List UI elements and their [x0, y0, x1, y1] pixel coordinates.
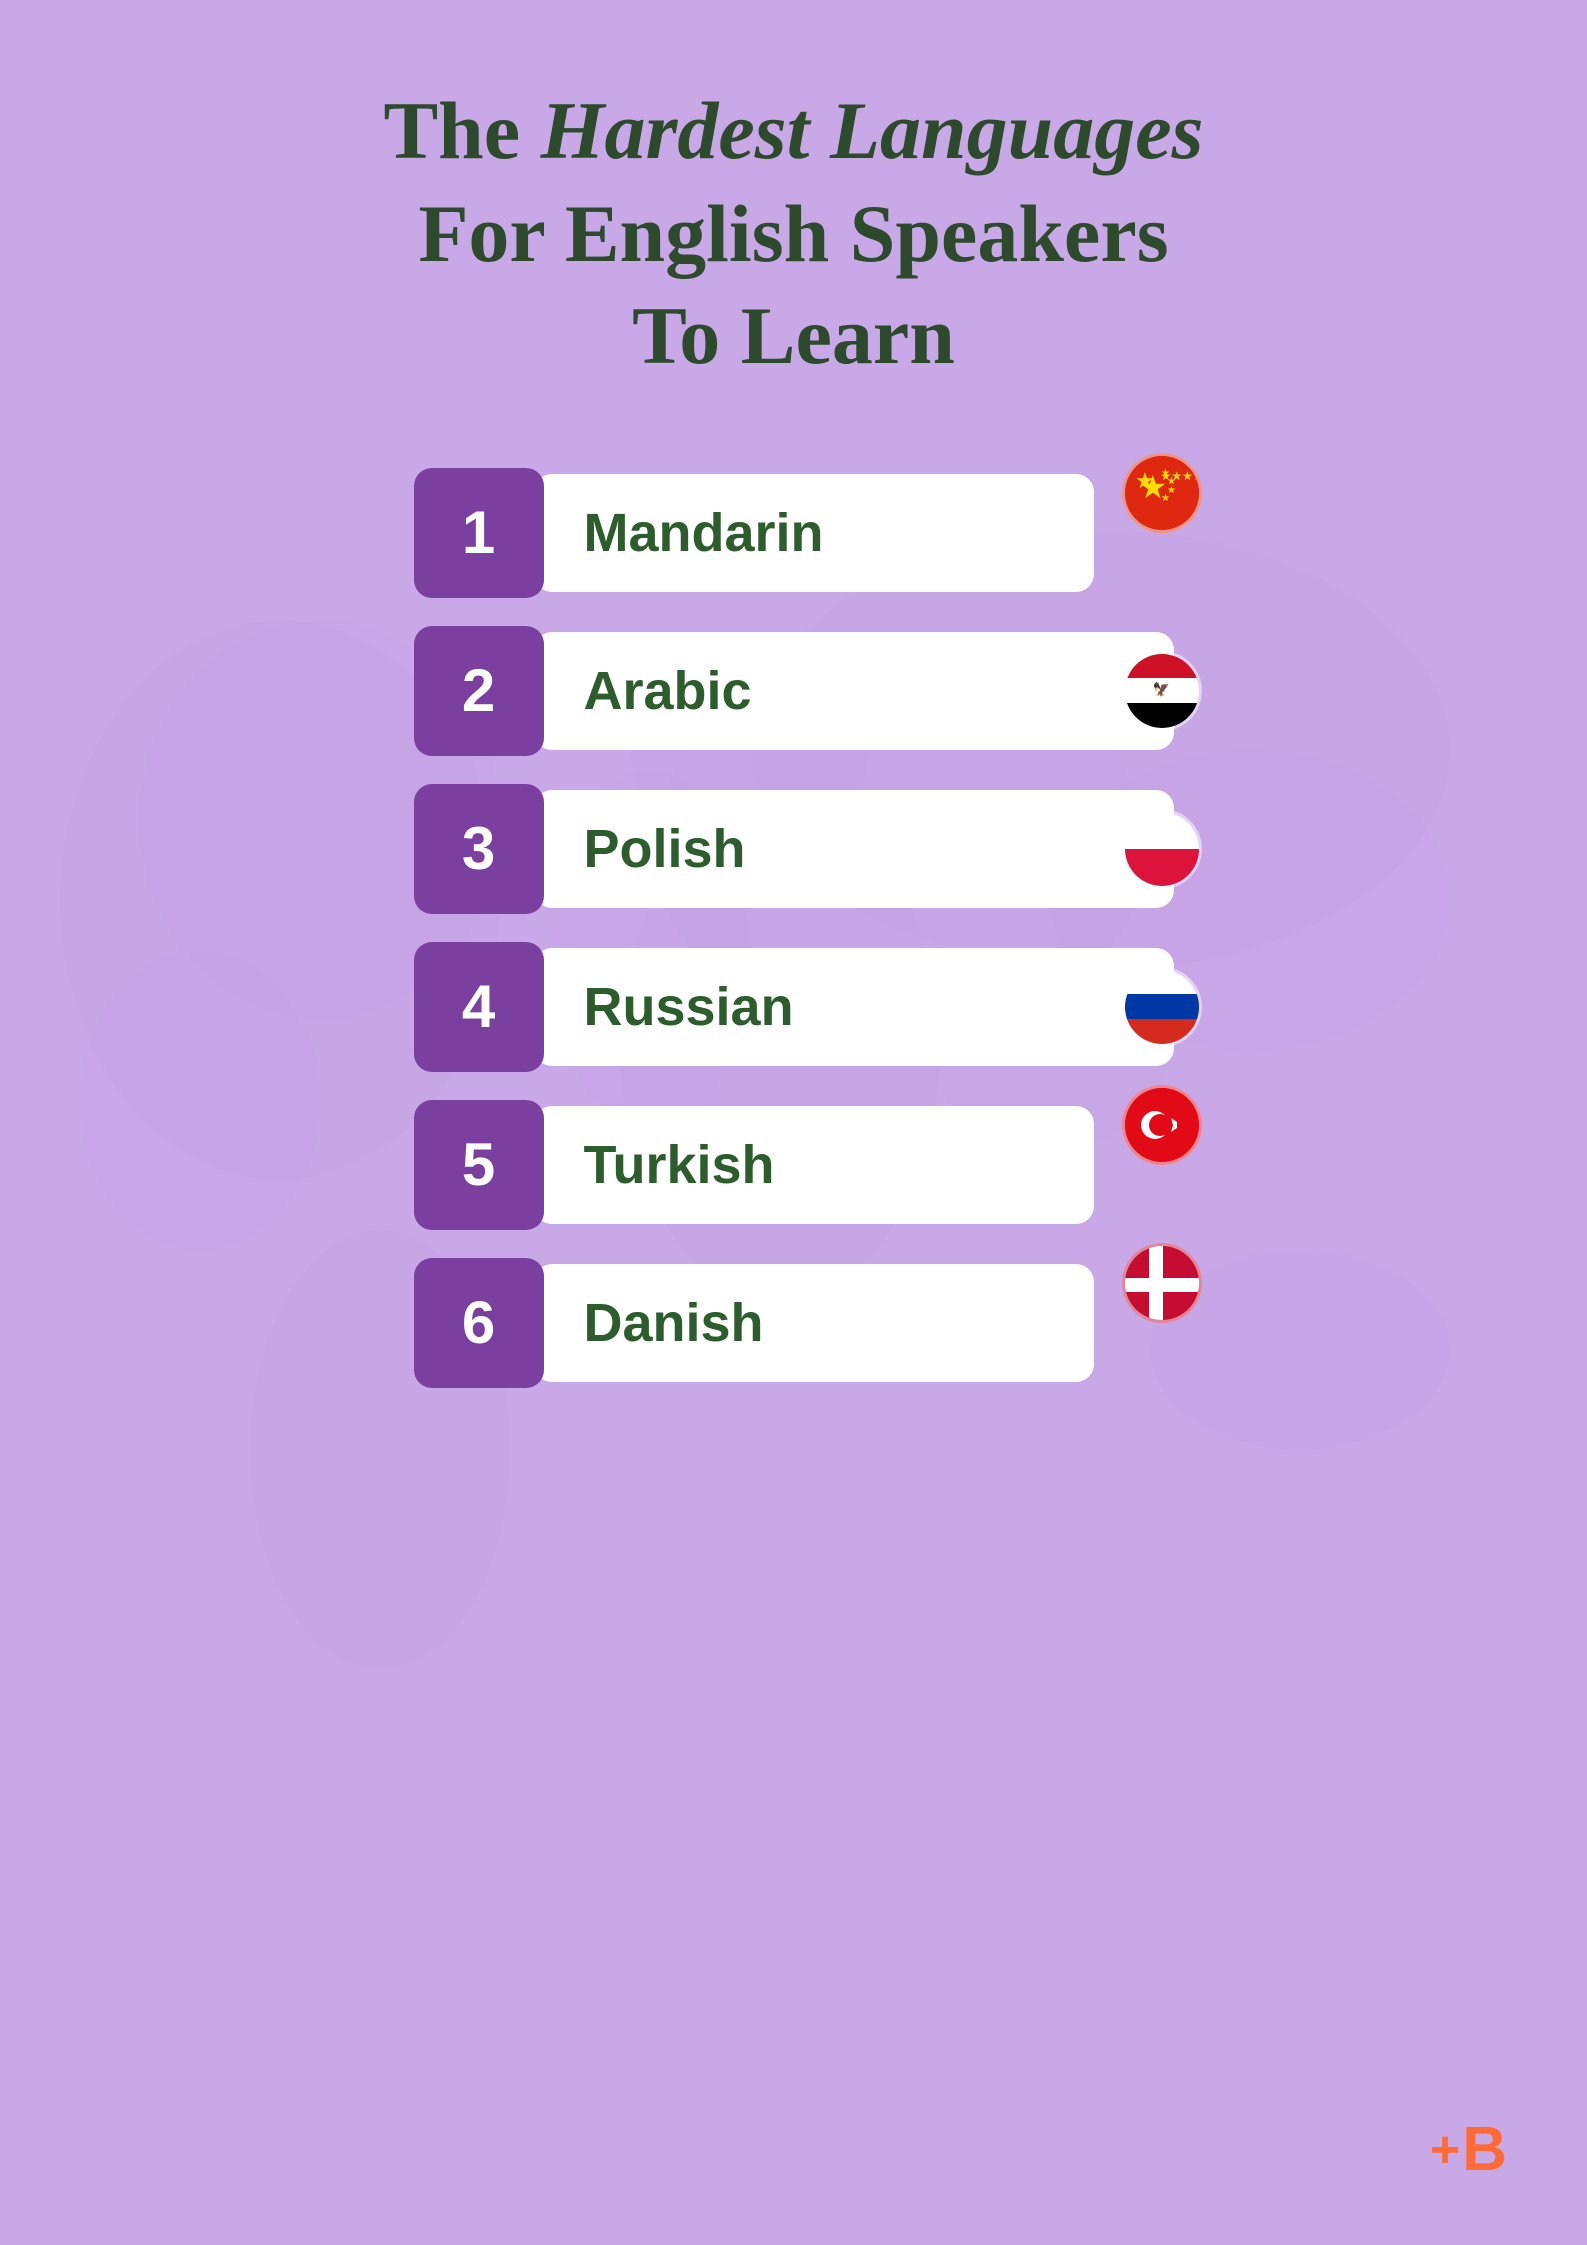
language-list: 1 Mandarin ★ ★ ★ ★ ★ 2 Ar [414, 468, 1174, 1388]
list-item: 4 Russian [414, 942, 1174, 1072]
rank-box-1: 1 [414, 468, 544, 598]
language-box-6: Danish [534, 1264, 1094, 1382]
rank-number-3: 3 [462, 814, 495, 883]
language-name-3: Polish [584, 818, 746, 880]
svg-text:★: ★ [1161, 468, 1170, 479]
list-item: 3 Polish [414, 784, 1174, 914]
language-name-2: Arabic [584, 660, 752, 722]
list-item: 5 Turkish [414, 1100, 1174, 1230]
flag-russia [1122, 967, 1202, 1047]
brand-plus-icon: + [1430, 2120, 1460, 2180]
flag-china: ★ ★ ★ ★ ★ [1122, 453, 1202, 533]
list-item: 2 Arabic 🦅 [414, 626, 1174, 756]
rank-box-6: 6 [414, 1258, 544, 1388]
brand-logo: + B [1430, 2114, 1507, 2185]
language-name-1: Mandarin [584, 502, 824, 564]
title-section: The Hardest Languages For English Speake… [383, 80, 1203, 388]
flag-denmark [1122, 1243, 1202, 1323]
flag-egypt: 🦅 [1122, 651, 1202, 731]
language-box-1: Mandarin [534, 474, 1094, 592]
page-title: The Hardest Languages For English Speake… [383, 80, 1203, 388]
rank-number-5: 5 [462, 1130, 495, 1199]
rank-box-5: 5 [414, 1100, 544, 1230]
brand-b-icon: B [1462, 2114, 1507, 2185]
language-name-6: Danish [584, 1292, 764, 1354]
language-box-3: Polish [534, 790, 1174, 908]
rank-number-1: 1 [462, 498, 495, 567]
language-box-4: Russian [534, 948, 1174, 1066]
list-item: 1 Mandarin ★ ★ ★ ★ ★ [414, 468, 1174, 598]
flag-turkey [1122, 1085, 1202, 1165]
language-name-4: Russian [584, 976, 794, 1038]
list-item: 6 Danish [414, 1258, 1174, 1388]
rank-box-4: 4 [414, 942, 544, 1072]
language-box-5: Turkish [534, 1106, 1094, 1224]
rank-number-2: 2 [462, 656, 495, 725]
language-box-2: Arabic [534, 632, 1174, 750]
svg-text:★: ★ [1161, 493, 1170, 504]
rank-box-3: 3 [414, 784, 544, 914]
rank-box-2: 2 [414, 626, 544, 756]
rank-number-4: 4 [462, 972, 495, 1041]
rank-number-6: 6 [462, 1288, 495, 1357]
svg-text:★: ★ [1135, 468, 1155, 493]
flag-poland [1122, 809, 1202, 889]
language-name-5: Turkish [584, 1134, 775, 1196]
title-italic: Hardest Languages [541, 85, 1204, 176]
main-content: The Hardest Languages For English Speake… [0, 0, 1587, 1388]
